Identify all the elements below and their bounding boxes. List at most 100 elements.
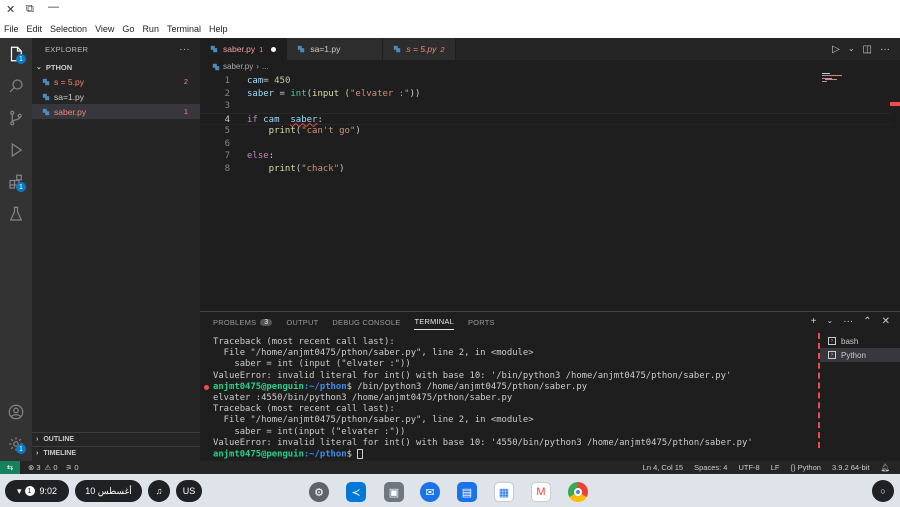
accounts-activity[interactable] [0, 396, 32, 428]
files-app-icon[interactable]: ▤ [457, 482, 477, 502]
terminal-session-python[interactable]: › Python [820, 348, 900, 362]
more-actions-icon[interactable]: ··· [843, 316, 853, 327]
extensions-activity[interactable]: 1 [0, 166, 32, 198]
status-position[interactable]: Ln 4, Col 15 [643, 463, 683, 472]
manage-activity[interactable]: 1 [0, 428, 32, 460]
extensions-badge: 1 [16, 182, 26, 192]
tab-problems[interactable]: PROBLEMS 3 [213, 317, 273, 330]
split-editor-icon[interactable]: ◫ [863, 44, 872, 55]
status-warnings[interactable]: ⚠ 0 [45, 463, 58, 472]
menu-view[interactable]: View [95, 24, 114, 34]
explorer-more-button[interactable]: ··· [179, 44, 190, 55]
code-line: 5 print("can't go") [200, 125, 890, 138]
tab-terminal[interactable]: TERMINAL [414, 317, 454, 330]
file-item-saber[interactable]: saber.py 1 [32, 104, 200, 119]
prompt-path: :~/pthon [303, 381, 347, 392]
chevron-down-icon[interactable]: ⌄ [827, 316, 834, 327]
line-number: 5 [224, 126, 230, 136]
status-tray[interactable]: ▾ 1 9:02 [5, 480, 69, 502]
close-panel-icon[interactable]: ✕ [882, 316, 890, 327]
code-line: 1 cam= 450 [200, 75, 890, 88]
tab-ports[interactable]: PORTS [468, 317, 495, 330]
settings-app-icon[interactable]: ⚙ [309, 482, 329, 502]
menu-run[interactable]: Run [142, 24, 159, 34]
chrome-app-icon[interactable] [568, 482, 588, 502]
status-eol[interactable]: LF [771, 463, 780, 472]
close-window-icon[interactable]: ✕ [6, 3, 15, 16]
error-decoration-icon[interactable] [204, 384, 209, 390]
status-encoding[interactable]: UTF-8 [738, 463, 759, 472]
launcher-icon[interactable]: ○ [872, 480, 894, 502]
run-icon[interactable]: ▷ [832, 44, 840, 55]
chevron-right-icon: › [36, 450, 39, 457]
code-token: input [312, 88, 340, 99]
manage-badge: 1 [16, 444, 26, 454]
code-line-current: 4 if cam saber: [200, 112, 890, 125]
input-method-button[interactable]: US [176, 480, 202, 502]
menu-edit[interactable]: Edit [27, 24, 43, 34]
run-debug-activity[interactable] [0, 134, 32, 166]
menu-help[interactable]: Help [209, 24, 228, 34]
terminal-output[interactable]: Traceback (most recent call last): File … [204, 337, 808, 461]
os-shelf: ▾ 1 9:02 10 أغسطس ♫ US ⚙ ≺ ▣ ✉ ▤ ▦ M ○ [0, 474, 900, 507]
tab-saber[interactable]: saber.py 1 [200, 38, 288, 60]
more-actions-icon[interactable]: ··· [880, 44, 890, 55]
source-control-activity[interactable] [0, 102, 32, 134]
terminal-line: Traceback (most recent call last): [213, 404, 395, 415]
testing-activity[interactable] [0, 198, 32, 230]
minimap[interactable] [822, 72, 852, 82]
terminal-session-bash[interactable]: › bash [820, 334, 900, 348]
tab-s5[interactable]: s = 5.py 2 [383, 38, 456, 60]
breadcrumb-sep: › [256, 62, 259, 71]
tab-sa1[interactable]: sa=1.py [287, 38, 384, 60]
code-token: "chack" [301, 163, 340, 174]
status-errors[interactable]: ⊗ 3 [28, 463, 41, 472]
breadcrumb-more[interactable]: ... [262, 62, 269, 71]
tab-output[interactable]: OUTPUT [286, 317, 318, 330]
folder-pthon[interactable]: ⌄ PTHON [32, 60, 200, 74]
file-name: saber.py [54, 106, 87, 117]
tab-debug-console[interactable]: DEBUG CONSOLE [332, 317, 400, 330]
file-name: s = 5.py [54, 76, 85, 87]
terminal-icon: › [828, 351, 836, 359]
search-activity[interactable] [0, 70, 32, 102]
editor-actions: ▷ ⌄ ◫ ··· [832, 44, 890, 55]
gmail-app-icon[interactable]: M [531, 482, 551, 502]
menu-terminal[interactable]: Terminal [167, 24, 201, 34]
date-tray[interactable]: 10 أغسطس [75, 480, 142, 502]
minimize-window-icon[interactable]: — [48, 1, 59, 13]
editor-tabs: saber.py 1 sa=1.py s = 5.py 2 [200, 38, 900, 60]
notifications-icon[interactable]: 🔔︎ [880, 463, 890, 472]
new-terminal-icon[interactable]: + [811, 316, 817, 327]
file-item-sa1[interactable]: sa=1.py [32, 89, 200, 104]
explorer-activity[interactable]: 1 [0, 38, 32, 70]
unsaved-dot-icon[interactable] [271, 46, 277, 52]
search-icon [9, 79, 23, 93]
python-file-icon [42, 78, 50, 85]
status-interpreter[interactable]: 3.9.2 64-bit [832, 463, 870, 472]
calendar-app-icon[interactable]: ▦ [494, 482, 514, 502]
status-ports[interactable]: ⚞ 0 [66, 463, 79, 472]
media-controls-icon[interactable]: ♫ [148, 480, 170, 502]
menu-go[interactable]: Go [122, 24, 134, 34]
status-language[interactable]: {} Python [790, 463, 820, 472]
window-titlebar: ✕ ⧉ — [0, 0, 900, 20]
restore-window-icon[interactable]: ⧉ [26, 3, 34, 16]
code-token: = [263, 76, 275, 86]
breadcrumb-file[interactable]: saber.py [223, 62, 253, 71]
menu-selection[interactable]: Selection [50, 24, 87, 34]
status-spaces[interactable]: Spaces: 4 [694, 463, 727, 472]
messages-app-icon[interactable]: ✉ [420, 482, 440, 502]
problem-count: 1 [183, 107, 188, 116]
vscode-app-icon[interactable]: ≺ [346, 482, 366, 502]
timeline-section[interactable]: › TIMELINE [32, 446, 200, 460]
chevron-down-icon[interactable]: ⌄ [848, 44, 855, 55]
outline-section[interactable]: › OUTLINE [32, 432, 200, 446]
code-editor[interactable]: 1 cam= 450 2 saber = int(input ("elvater… [200, 72, 890, 304]
code-token: print [247, 126, 296, 136]
maximize-panel-icon[interactable]: ⌃ [863, 316, 871, 327]
file-item-s5[interactable]: s = 5.py 2 [32, 74, 200, 89]
terminal-app-icon[interactable]: ▣ [384, 482, 404, 502]
menu-file[interactable]: File [4, 24, 19, 34]
remote-icon[interactable]: ⇆ [0, 461, 20, 474]
